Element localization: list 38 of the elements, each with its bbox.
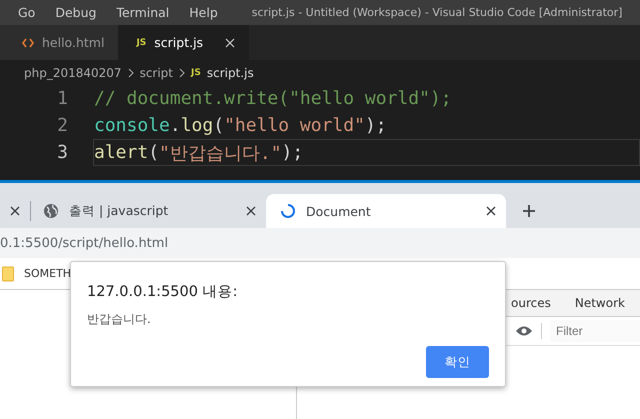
browser-tab[interactable]: 출력 | javascript [31, 194, 266, 228]
ok-button[interactable]: 확인 [426, 346, 489, 378]
breadcrumb-item[interactable]: php_201840207 [24, 66, 122, 80]
bookmark-item[interactable]: SOMETH [24, 267, 72, 280]
menu-item[interactable]: Debug [55, 5, 96, 20]
devtools-tab[interactable]: ources [511, 296, 551, 310]
editor-tab[interactable]: hello.html [0, 25, 118, 60]
menu-item[interactable]: Go [18, 5, 36, 20]
line-number: 2 [56, 115, 69, 136]
menu-item[interactable]: Help [189, 5, 218, 20]
breadcrumb-item[interactable]: script.js [206, 66, 254, 80]
breadcrumb-item[interactable]: script [140, 66, 174, 80]
close-icon[interactable] [486, 206, 496, 216]
code-brackets-icon [22, 38, 34, 48]
close-icon[interactable] [10, 206, 20, 216]
browser-tab[interactable]: Document [266, 194, 506, 228]
devtools-tab[interactable]: Network [574, 296, 625, 310]
dialog-message: 반갑습니다. [87, 311, 152, 328]
filter-field[interactable]: Filter [550, 320, 640, 342]
js-file-icon: JS [191, 68, 201, 78]
window-title: script.js - Untitled (Workspace) - Visual Studio Code [Administrator] [252, 6, 622, 19]
globe-icon [43, 203, 59, 219]
new-tab-icon[interactable] [522, 204, 536, 218]
code-line: console.log("hello world"); [93, 114, 388, 138]
close-icon[interactable] [246, 206, 256, 216]
menu-item[interactable]: Terminal [116, 5, 170, 20]
folder-icon [2, 266, 14, 282]
loading-spinner-icon [280, 203, 296, 219]
js-file-icon: JS [136, 38, 146, 48]
dialog-title: 127.0.0.1:5500 내용: [87, 283, 238, 301]
line-number: 3 [56, 142, 69, 163]
editor-tab[interactable]: JS script.js [118, 25, 250, 60]
chevron-icon [128, 68, 134, 78]
code-line: // document.write("hello world"); [93, 87, 453, 111]
chevron-icon [179, 68, 186, 78]
line-number: 1 [56, 88, 69, 109]
eye-icon[interactable] [515, 325, 533, 337]
address-bar[interactable]: 0.1:5500/script/hello.html [0, 236, 168, 250]
